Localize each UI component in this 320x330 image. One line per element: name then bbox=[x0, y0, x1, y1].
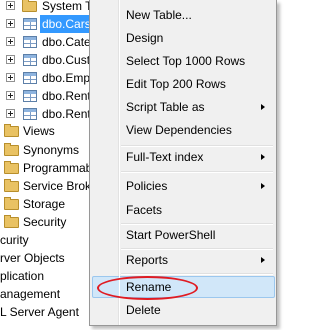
menu-item-start-powershell[interactable]: Start PowerShell bbox=[92, 224, 275, 246]
tree-node-label: curity bbox=[0, 233, 29, 247]
menu-item-full-text-index[interactable]: Full-Text index bbox=[92, 146, 275, 168]
tree-node-label: dbo.Emp bbox=[42, 71, 91, 85]
expand-icon[interactable] bbox=[6, 55, 15, 64]
menu-item-reports[interactable]: Reports bbox=[92, 249, 275, 271]
tree-node-label: Security bbox=[23, 215, 67, 229]
folder-icon bbox=[4, 179, 19, 192]
menu-item-facets[interactable]: Facets bbox=[92, 199, 275, 221]
submenu-arrow-icon bbox=[261, 104, 265, 110]
menu-item-delete[interactable]: Delete bbox=[92, 299, 275, 321]
menu-item-select-top-1000-rows[interactable]: Select Top 1000 Rows bbox=[92, 50, 275, 72]
table-icon bbox=[23, 36, 37, 48]
menu-item-view-dependencies[interactable]: View Dependencies bbox=[92, 119, 275, 141]
tree-node-label: dbo.Rent bbox=[42, 89, 91, 103]
tree-node-label: Synonyms bbox=[23, 143, 80, 157]
folder-icon bbox=[4, 197, 19, 210]
folder-icon bbox=[4, 215, 19, 228]
menu-item-label: Edit Top 200 Rows bbox=[126, 77, 226, 91]
menu-item-label: View Dependencies bbox=[126, 123, 232, 137]
expand-icon[interactable] bbox=[6, 109, 15, 118]
submenu-arrow-icon bbox=[261, 183, 265, 189]
expand-icon[interactable] bbox=[6, 1, 15, 10]
tree-node-label: dbo.Cate bbox=[42, 35, 91, 49]
menu-item-script-table-as[interactable]: Script Table as bbox=[92, 96, 275, 118]
menu-item-label: Select Top 1000 Rows bbox=[126, 54, 246, 68]
tree-node-label: anagement bbox=[0, 287, 61, 301]
tree-node-label-selected: dbo.Cars bbox=[40, 15, 93, 33]
menu-item-label: New Table... bbox=[126, 8, 192, 22]
menu-item-label: Facets bbox=[126, 203, 163, 217]
context-menu: New Table... Design Select Top 1000 Rows… bbox=[89, 0, 277, 326]
menu-item-label: Reports bbox=[126, 253, 169, 267]
table-icon bbox=[23, 54, 37, 66]
menu-item-edit-top-200-rows[interactable]: Edit Top 200 Rows bbox=[92, 73, 275, 95]
table-icon bbox=[23, 90, 37, 102]
tree-node-label: Storage bbox=[23, 197, 66, 211]
expand-icon[interactable] bbox=[6, 37, 15, 46]
table-icon bbox=[23, 72, 37, 84]
menu-item-label: Script Table as bbox=[126, 100, 205, 114]
folder-icon bbox=[22, 0, 37, 12]
menu-item-label: Delete bbox=[126, 303, 161, 317]
submenu-arrow-icon bbox=[261, 154, 265, 160]
expand-icon[interactable] bbox=[6, 91, 15, 100]
table-icon bbox=[23, 108, 37, 120]
tree-node-label: dbo.Rent bbox=[42, 107, 91, 121]
menu-item-label: Design bbox=[126, 31, 164, 45]
submenu-arrow-icon bbox=[261, 257, 265, 263]
annotation-oval bbox=[97, 276, 198, 300]
folder-icon bbox=[4, 124, 19, 137]
menu-item-new-table[interactable]: New Table... bbox=[92, 4, 275, 26]
tree-node-label: L Server Agent bbox=[0, 305, 79, 319]
tree-node-label: dbo.Cust bbox=[42, 53, 91, 67]
table-icon bbox=[23, 18, 37, 30]
menu-item-label: Policies bbox=[126, 179, 168, 193]
menu-item-design[interactable]: Design bbox=[92, 27, 275, 49]
menu-separator bbox=[121, 273, 273, 275]
tree-node-label: plication bbox=[0, 269, 45, 283]
menu-item-label: Start PowerShell bbox=[126, 228, 216, 242]
expand-icon[interactable] bbox=[6, 19, 15, 28]
tree-node-label: Service Brok bbox=[23, 179, 92, 193]
menu-item-policies[interactable]: Policies bbox=[92, 175, 275, 197]
tree-node-label: rver Objects bbox=[0, 251, 65, 265]
menu-separator bbox=[121, 171, 273, 173]
menu-item-label: Full-Text index bbox=[126, 150, 204, 164]
tree-node-label: Views bbox=[23, 124, 55, 138]
folder-icon bbox=[4, 161, 19, 174]
tree-node-label: Programmab bbox=[23, 161, 93, 175]
expand-icon[interactable] bbox=[6, 73, 15, 82]
folder-icon bbox=[4, 143, 19, 156]
